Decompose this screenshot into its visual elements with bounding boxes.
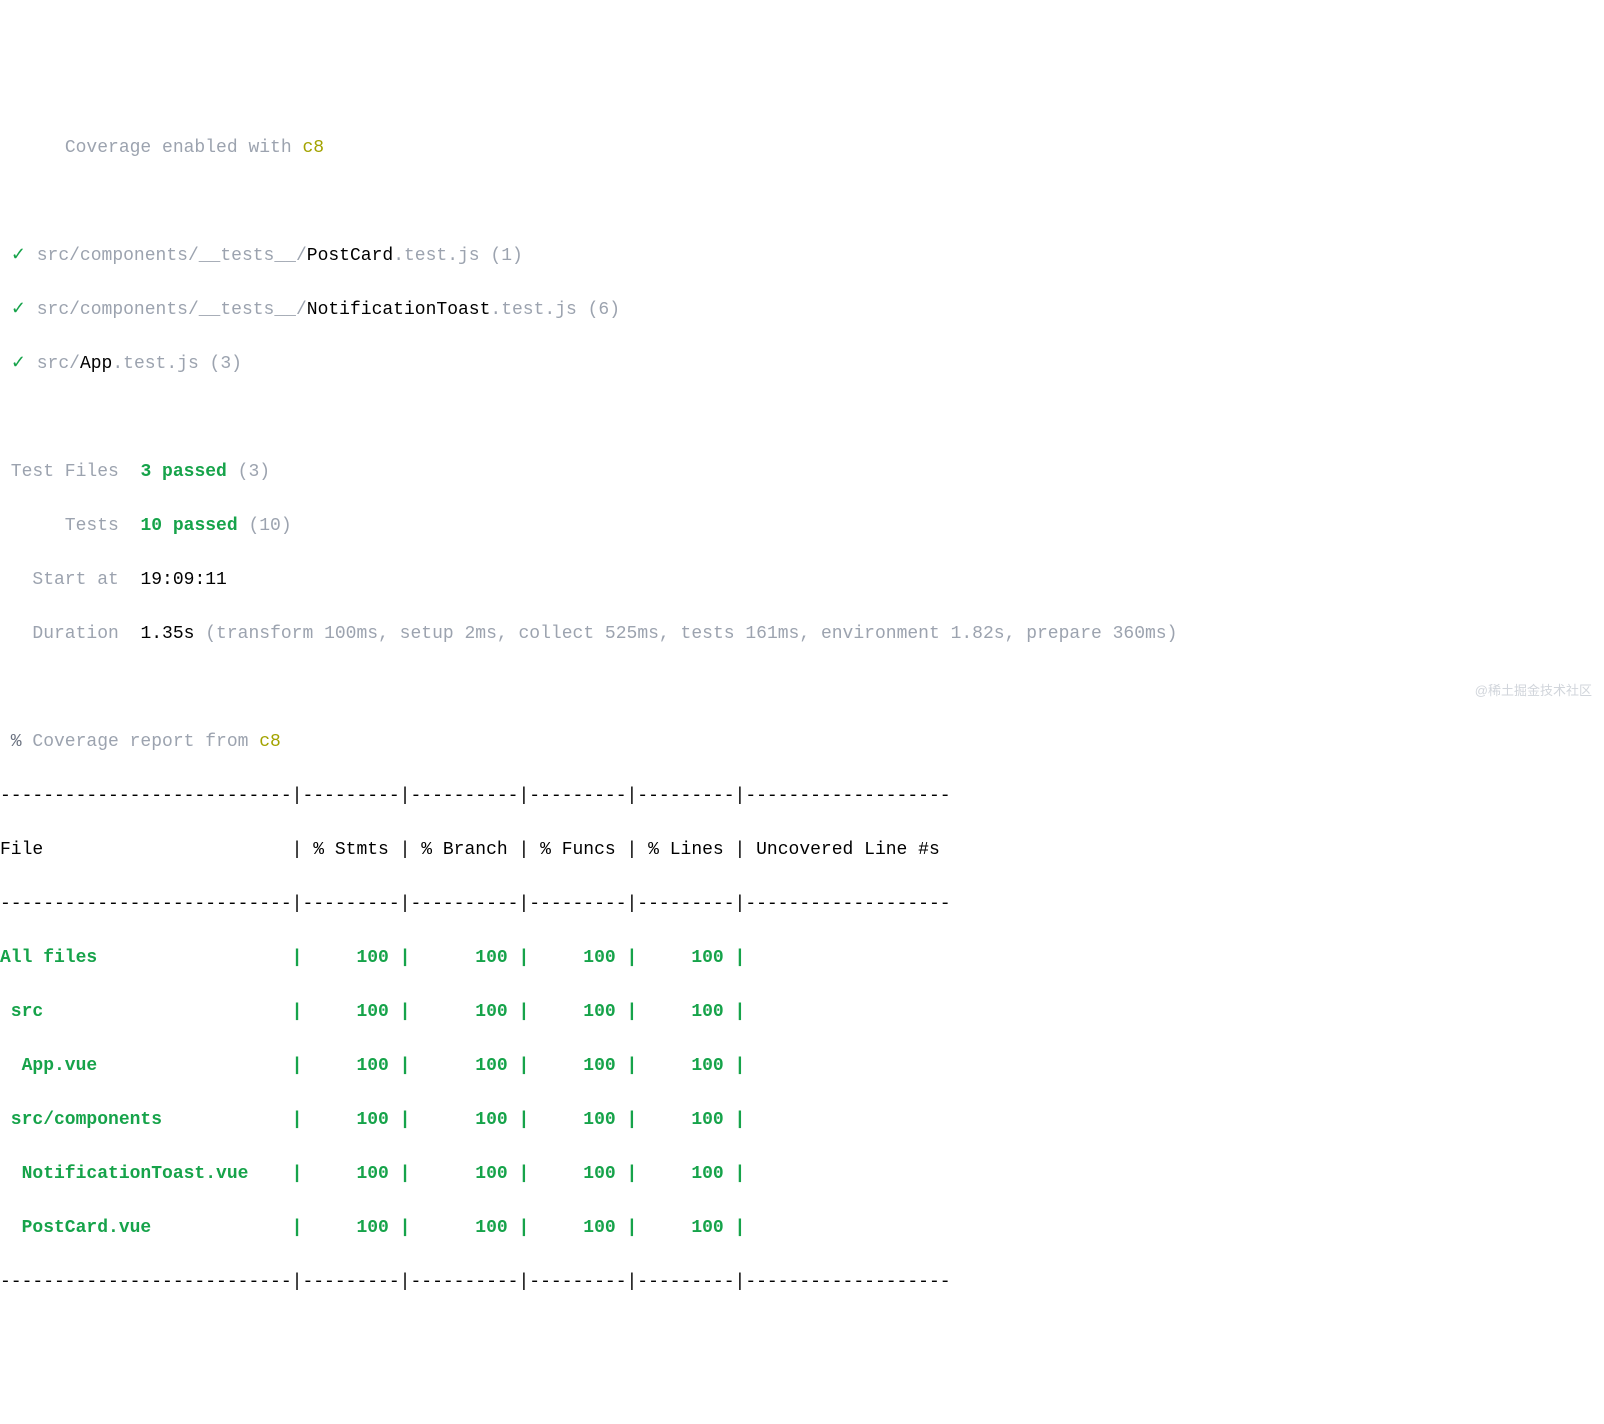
blank-line [0, 1323, 1604, 1350]
blank-line [0, 1377, 1604, 1404]
check-icon: ✓ [11, 354, 26, 374]
file-suffix: .test.js (6) [490, 300, 620, 320]
blank-line [0, 189, 1604, 216]
watermark: @稀土掘金技术社区 [1475, 681, 1592, 701]
test-file-row: ✓ src/App.test.js (3) [0, 351, 1604, 378]
file-path: src/components/__tests__/ [37, 246, 307, 266]
terminal-output: Coverage enabled with c8 ✓ src/component… [0, 108, 1604, 1424]
check-icon: ✓ [11, 300, 26, 320]
summary-start: Start at 19:09:11 [0, 567, 1604, 594]
coverage-report-header: % Coverage report from c8 [0, 729, 1604, 756]
test-file-row: ✓ src/components/__tests__/NotificationT… [0, 297, 1604, 324]
check-icon: ✓ [11, 246, 26, 266]
table-divider: ---------------------------|---------|--… [0, 783, 1604, 810]
coverage-tool: c8 [302, 138, 324, 158]
file-name: PostCard [307, 246, 393, 266]
file-suffix: .test.js (3) [112, 354, 242, 374]
blank-line [0, 405, 1604, 432]
coverage-tool: c8 [259, 732, 281, 752]
table-header-row: File | % Stmts | % Branch | % Funcs | % … [0, 837, 1604, 864]
summary-duration: Duration 1.35s (transform 100ms, setup 2… [0, 621, 1604, 648]
table-divider: ---------------------------|---------|--… [0, 891, 1604, 918]
duration-value: 1.35s [140, 624, 194, 644]
table-row: src | 100 | 100 | 100 | 100 | [0, 999, 1604, 1026]
table-row: src/components | 100 | 100 | 100 | 100 | [0, 1107, 1604, 1134]
passed-count: 3 passed [140, 462, 226, 482]
table-row: App.vue | 100 | 100 | 100 | 100 | [0, 1053, 1604, 1080]
summary-tests: Tests 10 passed (10) [0, 513, 1604, 540]
blank-line [0, 675, 1604, 702]
duration-breakdown: (transform 100ms, setup 2ms, collect 525… [194, 624, 1177, 644]
table-row: All files | 100 | 100 | 100 | 100 | [0, 945, 1604, 972]
summary-test-files: Test Files 3 passed (3) [0, 459, 1604, 486]
table-divider: ---------------------------|---------|--… [0, 1269, 1604, 1296]
file-path: src/ [37, 354, 80, 374]
table-row: PostCard.vue | 100 | 100 | 100 | 100 | [0, 1215, 1604, 1242]
file-path: src/components/__tests__/ [37, 300, 307, 320]
passed-count: 10 passed [140, 516, 237, 536]
coverage-enabled-line: Coverage enabled with c8 [0, 135, 1604, 162]
test-file-row: ✓ src/components/__tests__/PostCard.test… [0, 243, 1604, 270]
file-name: App [80, 354, 112, 374]
table-row: NotificationToast.vue | 100 | 100 | 100 … [0, 1161, 1604, 1188]
file-suffix: .test.js (1) [393, 246, 523, 266]
start-time: 19:09:11 [140, 570, 226, 590]
file-name: NotificationToast [307, 300, 491, 320]
coverage-prefix: Coverage enabled with [65, 138, 303, 158]
